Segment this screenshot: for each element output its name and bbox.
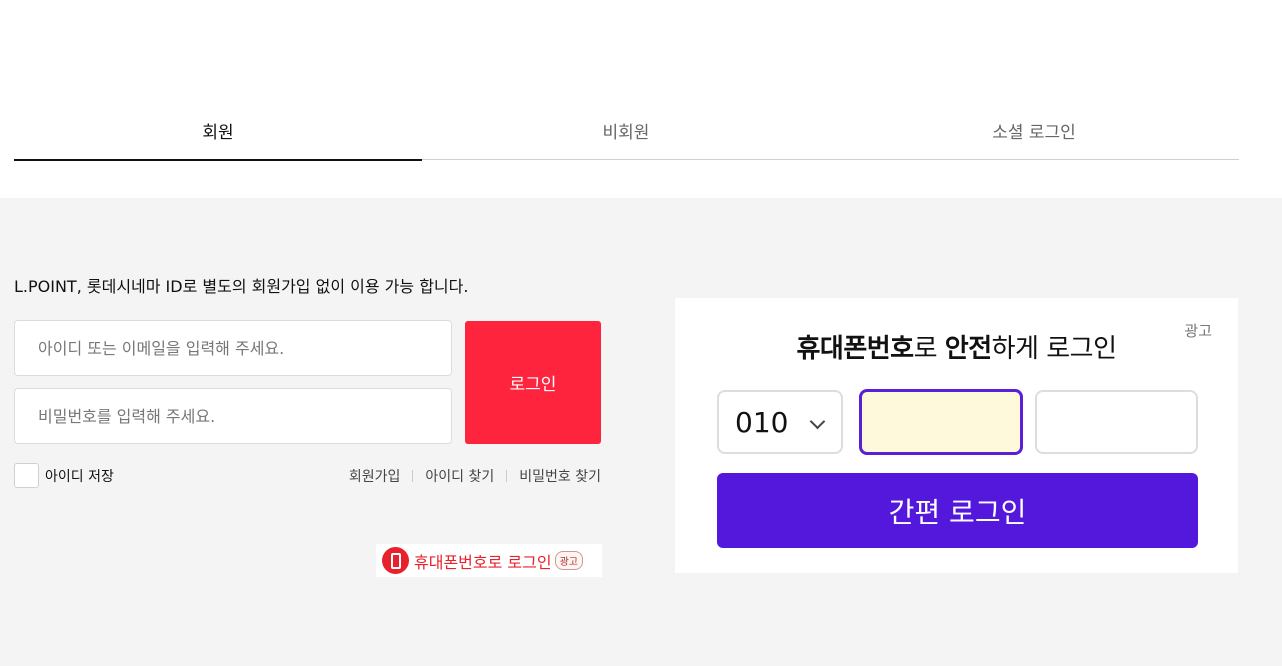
title-phone-number: 휴대폰번호	[796, 334, 914, 364]
login-tabs: 회원 비회원 소셜 로그인	[14, 100, 1239, 161]
title-suffix-1: 로	[913, 334, 945, 364]
ad-badge: 광고	[554, 551, 583, 570]
tab-social-login[interactable]: 소셜 로그인	[830, 100, 1238, 160]
phone-login-ad-banner[interactable]: 휴대폰번호로 로그인 광고	[376, 544, 602, 577]
save-id-label: 아이디 저장	[45, 468, 114, 485]
phone-login-title: 휴대폰번호로 안전하게 로그인	[675, 328, 1238, 365]
login-section: L.POINT, 롯데시네마 ID로 별도의 회원가입 없이 이용 가능 합니다…	[0, 198, 1282, 666]
id-input[interactable]	[14, 320, 452, 376]
title-safe: 안전	[944, 334, 992, 364]
phone-icon	[382, 547, 409, 574]
signup-link[interactable]: 회원가입	[349, 466, 401, 486]
login-button[interactable]: 로그인	[465, 321, 601, 444]
login-notice: L.POINT, 롯데시네마 ID로 별도의 회원가입 없이 이용 가능 합니다…	[14, 277, 469, 296]
save-id-option[interactable]: 아이디 저장	[14, 463, 114, 488]
password-input[interactable]	[14, 388, 452, 444]
account-links: 회원가입 아이디 찾기 비밀번호 찾기	[349, 466, 601, 486]
find-id-link[interactable]: 아이디 찾기	[425, 466, 494, 486]
title-suffix-2: 하게 로그인	[991, 334, 1117, 364]
header-area: 회원 비회원 소셜 로그인	[0, 0, 1282, 198]
phone-login-panel: 광고 휴대폰번호로 안전하게 로그인 010 간편 로그인	[675, 298, 1238, 573]
save-id-checkbox[interactable]	[14, 463, 39, 488]
phone-middle-input[interactable]	[859, 389, 1023, 455]
tab-member[interactable]: 회원	[14, 100, 422, 161]
link-divider	[412, 470, 414, 482]
chevron-down-icon	[809, 413, 826, 430]
easy-login-button[interactable]: 간편 로그인	[717, 473, 1198, 548]
find-password-link[interactable]: 비밀번호 찾기	[519, 466, 601, 486]
phone-last-input[interactable]	[1035, 390, 1198, 454]
phone-login-ad-text: 휴대폰번호로 로그인	[414, 552, 552, 572]
tab-non-member[interactable]: 비회원	[422, 100, 830, 160]
link-divider	[506, 470, 508, 482]
phone-prefix-select[interactable]: 010	[717, 390, 843, 454]
phone-prefix-value: 010	[735, 405, 789, 439]
